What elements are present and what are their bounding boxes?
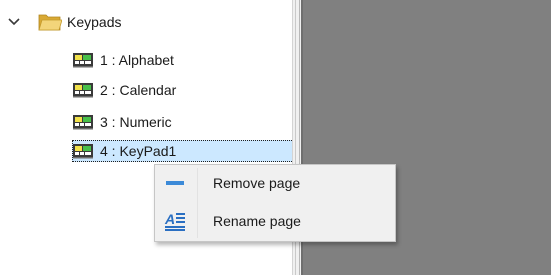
tree-item-label: 2 : Calendar: [100, 82, 177, 98]
menu-item-label: Rename page: [213, 213, 301, 229]
tree-item-page-1[interactable]: 1 : Alphabet: [72, 49, 174, 71]
tree-item-label: 1 : Alphabet: [100, 52, 174, 68]
tree-item-page-4[interactable]: 4 : KeyPad1: [72, 140, 294, 162]
tree-item-page-2[interactable]: 2 : Calendar: [72, 79, 176, 101]
rename-icon: A: [162, 208, 188, 234]
keypad-page-icon: [73, 144, 93, 159]
keypad-page-icon: [73, 115, 93, 130]
menu-item-remove-page[interactable]: Remove page: [157, 167, 393, 199]
keypad-page-icon: [73, 83, 93, 98]
minus-icon: [162, 170, 188, 196]
keypad-page-icon: [73, 53, 93, 68]
menu-item-rename-page[interactable]: A Rename page: [157, 205, 393, 237]
svg-text:A: A: [164, 211, 175, 227]
tree-item-label: 4 : KeyPad1: [100, 143, 177, 159]
folder-open-icon: [38, 14, 62, 31]
tree-item-label: 3 : Numeric: [100, 114, 172, 130]
tree-root-label[interactable]: Keypads: [67, 11, 121, 33]
context-menu: Remove page A Rename page: [154, 164, 396, 242]
menu-item-label: Remove page: [213, 175, 301, 191]
tree-item-page-3[interactable]: 3 : Numeric: [72, 111, 172, 133]
chevron-down-icon[interactable]: [6, 14, 22, 30]
